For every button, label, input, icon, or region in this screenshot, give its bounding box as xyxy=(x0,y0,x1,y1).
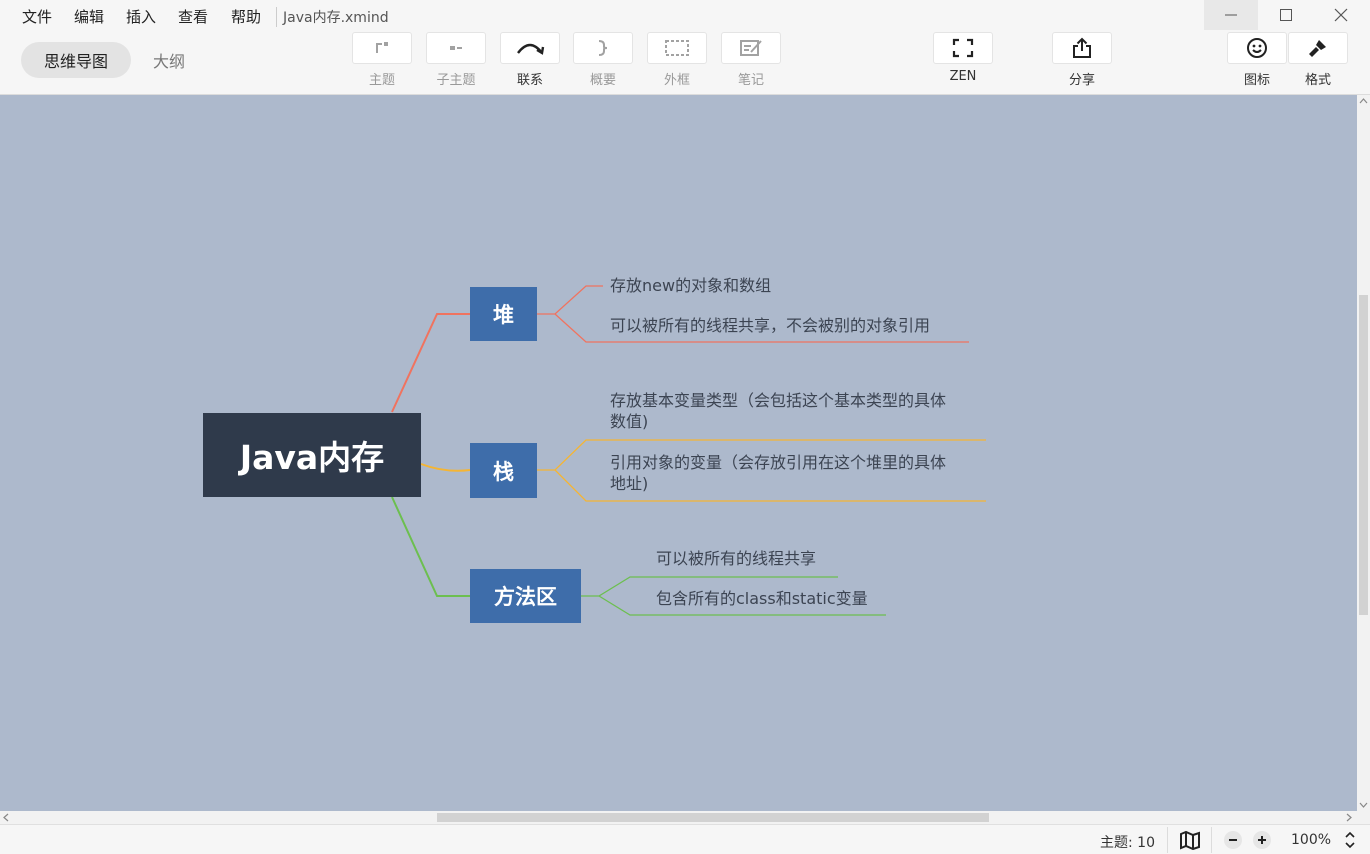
format-tool[interactable]: 格式 xyxy=(1288,32,1348,92)
note-tool[interactable]: 笔记 xyxy=(721,32,781,92)
status-bar: 主题: 10 100% xyxy=(0,824,1370,854)
topic-count: 主题: 10 xyxy=(1100,835,1155,851)
scroll-right-icon[interactable] xyxy=(1343,811,1355,824)
zen-button[interactable] xyxy=(933,32,993,64)
heap-item[interactable]: 可以被所有的线程共享，不会被别的对象引用 xyxy=(610,315,930,336)
toolbar: 思维导图 大纲 主题 子主题 联系 概要 外框 笔记 ZEN 分享 图标 格式 xyxy=(0,30,1370,95)
summary-brace-icon xyxy=(598,40,608,56)
vertical-scrollbar[interactable] xyxy=(1357,95,1370,811)
branch-stack[interactable]: 栈 xyxy=(470,443,537,498)
stack-item[interactable]: 存放基本变量类型（会包括这个基本类型的具体 数值) xyxy=(610,390,946,432)
boundary-tool[interactable]: 外框 xyxy=(647,32,707,92)
stack-item-line: 数值) xyxy=(610,412,649,431)
close-icon xyxy=(1334,8,1348,22)
relationship-button[interactable] xyxy=(500,32,560,64)
maximize-icon xyxy=(1280,9,1292,21)
stack-item-line: 引用对象的变量（会存放引用在这个堆里的具体 xyxy=(610,453,947,472)
relationship-label: 联系 xyxy=(516,73,543,88)
horizontal-scroll-thumb[interactable] xyxy=(437,813,989,822)
root-topic[interactable]: Java内存 xyxy=(203,413,421,497)
status-divider xyxy=(1167,827,1168,853)
chevron-updown-icon xyxy=(1345,831,1355,849)
document-title: Java内存.xmind xyxy=(276,7,389,27)
share-label: 分享 xyxy=(1068,73,1095,88)
menu-view[interactable]: 查看 xyxy=(178,6,208,27)
topic-button[interactable] xyxy=(352,32,412,64)
smiley-icon xyxy=(1247,38,1267,58)
format-button[interactable] xyxy=(1288,32,1348,64)
scroll-up-icon[interactable] xyxy=(1357,95,1370,107)
zoom-in-button[interactable] xyxy=(1251,829,1273,851)
note-button[interactable] xyxy=(721,32,781,64)
maximize-button[interactable] xyxy=(1259,0,1313,30)
relationship-icon xyxy=(517,43,545,55)
scroll-left-icon[interactable] xyxy=(0,811,12,824)
connector-stack xyxy=(420,463,471,472)
zoom-out-icon xyxy=(1224,831,1242,849)
map-overview-button[interactable] xyxy=(1178,829,1202,851)
format-label: 格式 xyxy=(1304,73,1331,88)
branch-heap[interactable]: 堆 xyxy=(470,287,537,341)
topic-tool[interactable]: 主题 xyxy=(352,32,412,92)
minimize-button[interactable] xyxy=(1204,0,1258,30)
share-button[interactable] xyxy=(1052,32,1112,64)
vertical-scroll-thumb[interactable] xyxy=(1359,295,1368,615)
tab-mindmap[interactable]: 思维导图 xyxy=(21,42,131,78)
boundary-label: 外框 xyxy=(663,73,690,88)
summary-tool[interactable]: 概要 xyxy=(573,32,633,92)
share-icon xyxy=(1073,37,1091,58)
zoom-in-icon xyxy=(1253,831,1271,849)
stack-item[interactable]: 引用对象的变量（会存放引用在这个堆里的具体 地址) xyxy=(610,452,946,494)
menu-file[interactable]: 文件 xyxy=(22,6,52,27)
zoom-level[interactable]: 100% xyxy=(1291,832,1331,848)
subtopic-icon xyxy=(450,46,462,50)
tab-outline[interactable]: 大纲 xyxy=(136,42,202,78)
close-button[interactable] xyxy=(1314,0,1368,30)
topic-icon xyxy=(376,42,388,53)
map-icon xyxy=(1180,830,1200,850)
heap-item[interactable]: 存放new的对象和数组 xyxy=(610,275,771,296)
horizontal-scrollbar[interactable] xyxy=(0,811,1370,824)
mindmap-canvas[interactable]: Java内存 堆 栈 方法区 存放new的对象和数组 可以被所有的线程共享，不会… xyxy=(0,95,1357,811)
summary-button[interactable] xyxy=(573,32,633,64)
zoom-stepper[interactable] xyxy=(1343,829,1357,851)
note-label: 笔记 xyxy=(737,73,764,88)
stack-item-line: 地址) xyxy=(610,474,649,493)
minimize-icon xyxy=(1225,14,1237,16)
summary-label: 概要 xyxy=(589,73,616,88)
menu-edit[interactable]: 编辑 xyxy=(74,6,104,27)
stack-item-line: 存放基本变量类型（会包括这个基本类型的具体 xyxy=(610,391,947,410)
icon-button[interactable] xyxy=(1227,32,1287,64)
subtopic-label: 子主题 xyxy=(436,73,476,88)
menu-help[interactable]: 帮助 xyxy=(231,6,261,27)
scroll-down-icon[interactable] xyxy=(1357,799,1370,811)
fullscreen-icon xyxy=(952,38,974,58)
topic-label: 主题 xyxy=(368,73,395,88)
branch-method-area[interactable]: 方法区 xyxy=(470,569,581,623)
boundary-button[interactable] xyxy=(647,32,707,64)
menu-insert[interactable]: 插入 xyxy=(126,6,156,27)
method-area-item[interactable]: 包含所有的class和static变量 xyxy=(656,588,868,609)
boundary-icon xyxy=(665,40,689,56)
zen-label: ZEN xyxy=(949,69,977,84)
zen-tool[interactable]: ZEN xyxy=(933,32,993,92)
paintbrush-icon xyxy=(1309,40,1326,57)
connector-heap xyxy=(391,313,470,413)
zoom-out-button[interactable] xyxy=(1222,829,1244,851)
subtopic-tool[interactable]: 子主题 xyxy=(426,32,486,92)
method-area-item[interactable]: 可以被所有的线程共享 xyxy=(656,548,816,569)
status-divider xyxy=(1211,827,1212,853)
share-tool[interactable]: 分享 xyxy=(1052,32,1112,92)
subtopic-button[interactable] xyxy=(426,32,486,64)
connector-method xyxy=(391,496,470,597)
title-bar: 文件 编辑 插入 查看 帮助 Java内存.xmind xyxy=(0,0,1370,30)
relationship-tool[interactable]: 联系 xyxy=(500,32,560,92)
connector-heap-item-1 xyxy=(537,285,603,315)
note-icon xyxy=(740,40,762,56)
